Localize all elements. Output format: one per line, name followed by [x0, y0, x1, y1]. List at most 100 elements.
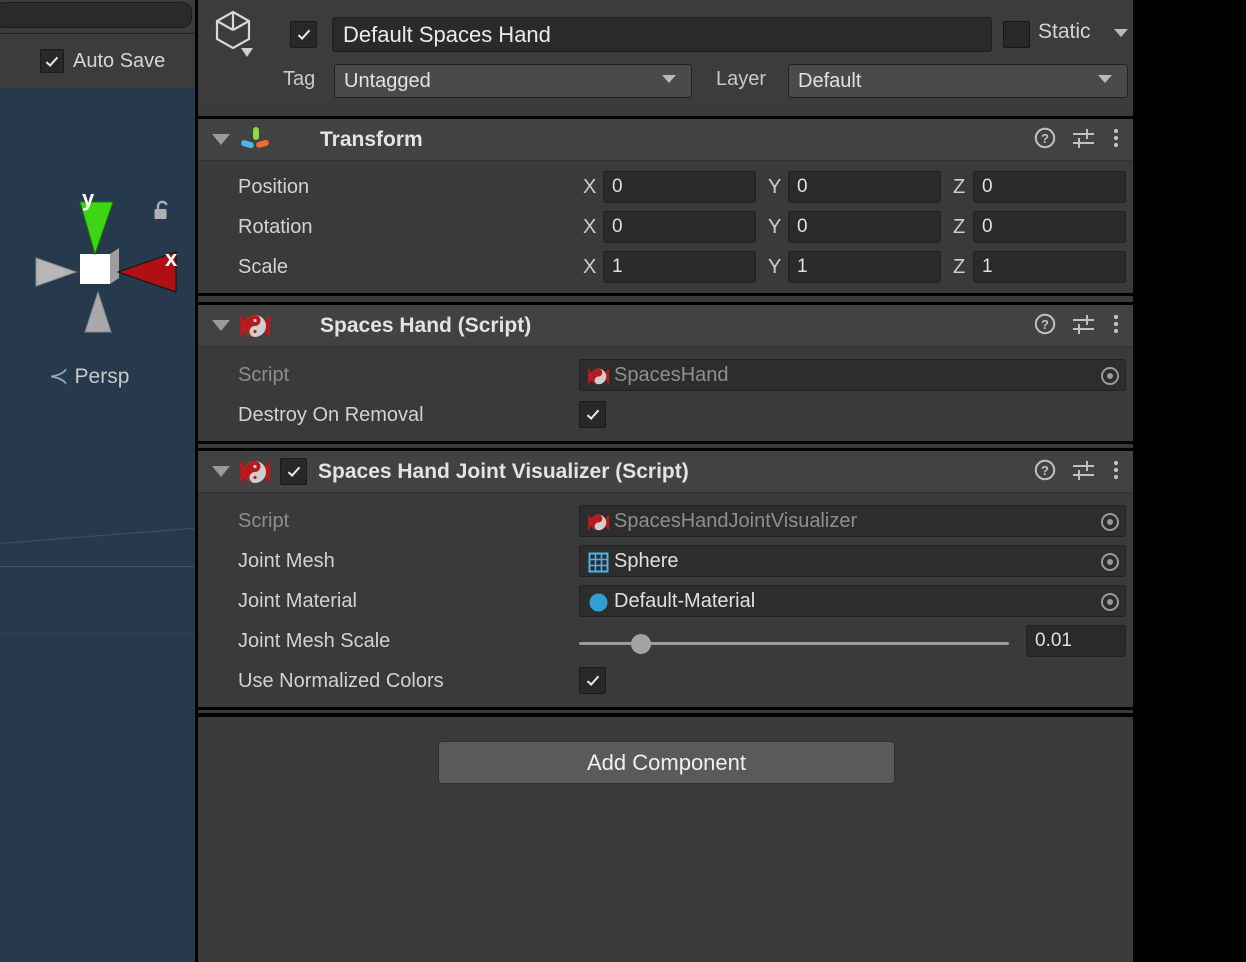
- joint-mesh-scale-slider-handle[interactable]: [630, 634, 651, 654]
- component-header[interactable]: Spaces Hand (Script) ?: [198, 305, 1133, 347]
- object-picker-icon[interactable]: [1101, 513, 1119, 531]
- left-panel: Auto Save x y ≺ Persp: [0, 0, 195, 962]
- layer-dropdown[interactable]: Default: [788, 64, 1128, 98]
- component-joint-visualizer: Spaces Hand Joint Visualizer (Script) ?: [198, 448, 1133, 710]
- scale-x-input[interactable]: 1: [603, 251, 756, 283]
- row-label: Joint Mesh Scale: [238, 630, 391, 652]
- position-y-input[interactable]: 0: [788, 171, 941, 203]
- joint-mesh-row: Joint Mesh Sphere: [198, 541, 1133, 581]
- position-z-input[interactable]: 0: [973, 171, 1126, 203]
- transform-scale-row: Scale X 1 Y 1 Z 1: [198, 247, 1133, 287]
- axis-y-label: Y: [768, 216, 782, 238]
- joint-material-object-field[interactable]: Default-Material: [579, 585, 1126, 617]
- jv-script-row: Script SpacesHandJointVisualizer: [198, 501, 1133, 541]
- foldout-arrow-icon[interactable]: [212, 134, 230, 145]
- joint-mesh-scale-row: Joint Mesh Scale 0.01: [198, 621, 1133, 661]
- rotation-x-input[interactable]: 0: [603, 211, 756, 243]
- tag-label: Tag: [283, 68, 316, 90]
- search-input[interactable]: [0, 2, 192, 28]
- component-title: Transform: [320, 128, 423, 151]
- row-label: Joint Mesh: [238, 550, 335, 572]
- static-checkbox[interactable]: [1003, 21, 1030, 48]
- transform-rotation-row: Rotation X 0 Y 0 Z 0: [198, 207, 1133, 247]
- script-object-field[interactable]: SpacesHand: [579, 359, 1126, 391]
- position-x-input[interactable]: 0: [603, 171, 756, 203]
- axis-y-label: Y: [768, 176, 782, 198]
- scene-grid-line: [0, 527, 195, 544]
- object-picker-icon[interactable]: [1101, 553, 1119, 571]
- auto-save-checkbox[interactable]: [40, 49, 64, 73]
- preset-sliders-icon[interactable]: [1072, 459, 1096, 481]
- component-spaces-hand: Spaces Hand (Script) ? Script SpacesHand…: [198, 302, 1133, 444]
- check-mark-icon: [45, 53, 59, 67]
- destroy-on-removal-checkbox[interactable]: [579, 401, 606, 428]
- cube-outline-icon[interactable]: [211, 8, 263, 64]
- rotation-z-input[interactable]: 0: [973, 211, 1126, 243]
- scene-grid-line: [0, 633, 195, 634]
- search-toolbar: [0, 0, 195, 32]
- component-title: Spaces Hand (Script): [320, 314, 532, 337]
- svg-text:?: ?: [1041, 131, 1049, 146]
- scale-z-input[interactable]: 1: [973, 251, 1126, 283]
- auto-save-toolbar: Auto Save: [0, 33, 195, 88]
- foldout-arrow-icon[interactable]: [212, 320, 230, 331]
- object-field-value: SpacesHandJointVisualizer: [614, 510, 858, 532]
- add-component-button[interactable]: Add Component: [438, 741, 895, 784]
- preset-sliders-icon[interactable]: [1072, 313, 1096, 335]
- static-dropdown-arrow-icon[interactable]: [1114, 29, 1128, 37]
- inspector-panel: Default Spaces Hand Static Tag Untagged …: [198, 0, 1133, 962]
- axis-y-label: Y: [768, 256, 782, 278]
- script-object-field[interactable]: SpacesHandJointVisualizer: [579, 505, 1126, 537]
- preset-sliders-icon[interactable]: [1072, 127, 1096, 149]
- foldout-arrow-icon[interactable]: [212, 466, 230, 477]
- help-circle-icon[interactable]: ?: [1034, 459, 1056, 481]
- component-header-icons: ?: [1034, 127, 1120, 149]
- joint-mesh-object-field[interactable]: Sphere: [579, 545, 1126, 577]
- perspective-mode-label[interactable]: ≺ Persp: [0, 362, 178, 391]
- check-mark-icon: [586, 406, 599, 420]
- joint-mesh-scale-input[interactable]: 0.01: [1026, 625, 1126, 657]
- kebab-menu-icon[interactable]: [1112, 459, 1120, 481]
- component-header[interactable]: Transform ?: [198, 119, 1133, 161]
- svg-text:?: ?: [1041, 463, 1049, 478]
- script-logo-icon: [588, 368, 609, 385]
- use-normalized-colors-row: Use Normalized Colors: [198, 661, 1133, 701]
- rotation-y-input[interactable]: 0: [788, 211, 941, 243]
- use-normalized-colors-checkbox[interactable]: [579, 667, 606, 694]
- scene-orientation-gizmo[interactable]: x y: [18, 192, 178, 352]
- component-title: Spaces Hand Joint Visualizer (Script): [318, 460, 689, 483]
- gameobject-active-checkbox[interactable]: [290, 21, 317, 48]
- add-component-area: Add Component: [198, 713, 1133, 962]
- kebab-menu-icon[interactable]: [1112, 313, 1120, 335]
- mesh-grid-icon: [588, 552, 609, 573]
- row-label: Scale: [238, 256, 289, 278]
- component-header[interactable]: Spaces Hand Joint Visualizer (Script) ?: [198, 451, 1133, 493]
- transform-position-row: Position X 0 Y 0 Z 0: [198, 167, 1133, 207]
- script-field-row: Script SpacesHand: [198, 355, 1133, 395]
- scene-view[interactable]: x y ≺ Persp: [0, 88, 195, 962]
- layer-dropdown-arrow-icon[interactable]: [1098, 75, 1112, 83]
- help-circle-icon[interactable]: ?: [1034, 313, 1056, 335]
- scene-grid-line: [0, 566, 195, 567]
- static-label: Static: [1038, 20, 1091, 43]
- tag-dropdown[interactable]: Untagged: [334, 64, 692, 98]
- object-picker-icon[interactable]: [1101, 593, 1119, 611]
- help-circle-icon[interactable]: ?: [1034, 127, 1056, 149]
- object-picker-icon[interactable]: [1101, 367, 1119, 385]
- component-header-icons: ?: [1034, 313, 1120, 335]
- row-label: Script: [238, 364, 290, 386]
- row-label: Joint Material: [238, 590, 357, 612]
- script-logo-icon: [588, 514, 609, 531]
- material-sphere-icon: [589, 593, 608, 612]
- object-field-value: Sphere: [614, 550, 679, 572]
- kebab-menu-icon[interactable]: [1112, 127, 1120, 149]
- row-label: Script: [238, 510, 290, 532]
- axis-x-label: X: [583, 216, 597, 238]
- layer-label: Layer: [716, 68, 767, 90]
- tag-dropdown-arrow-icon[interactable]: [662, 75, 676, 83]
- destroy-on-removal-row: Destroy On Removal: [198, 395, 1133, 435]
- gizmo-x-label: x: [165, 246, 178, 271]
- component-enabled-checkbox[interactable]: [280, 458, 307, 485]
- scale-y-input[interactable]: 1: [788, 251, 941, 283]
- gameobject-name-input[interactable]: Default Spaces Hand: [332, 17, 992, 52]
